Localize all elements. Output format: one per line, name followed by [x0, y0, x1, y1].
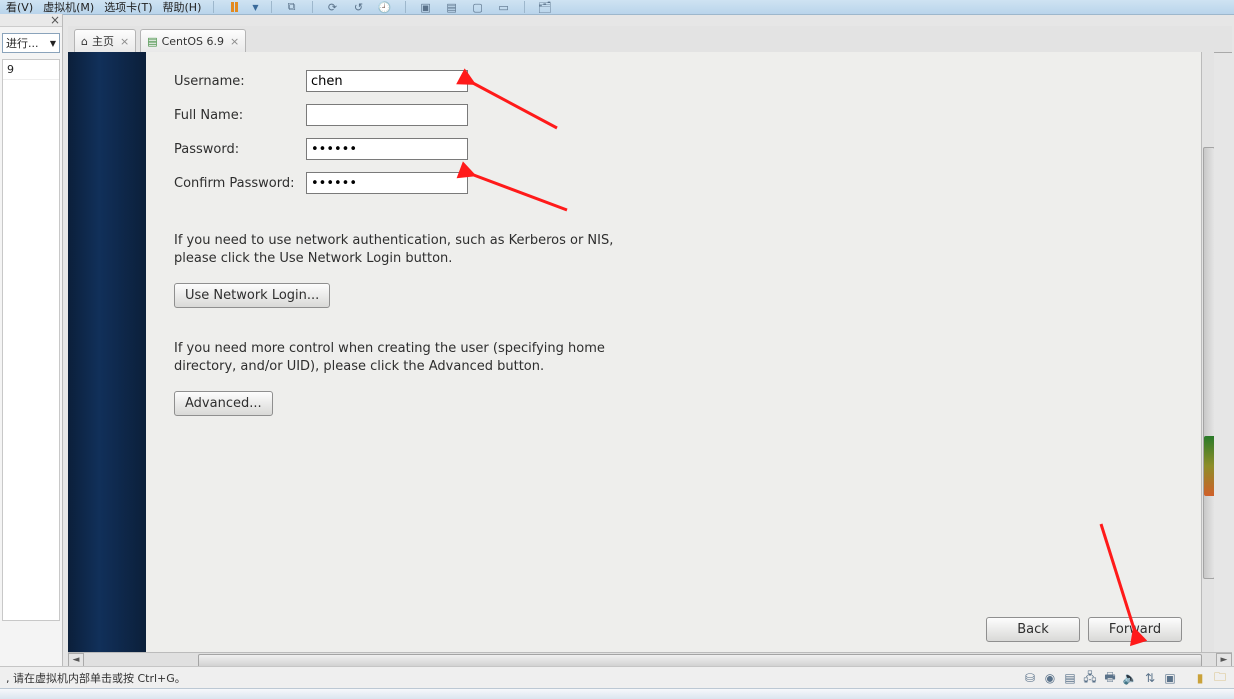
home-icon: ⌂ [81, 35, 88, 48]
sidebar-pull-handle-icon[interactable] [1204, 436, 1214, 496]
fullscreen-icon[interactable]: ▣ [418, 0, 434, 14]
confirm-password-label: Confirm Password: [174, 176, 306, 191]
host-menubar: 看(V) 虚拟机(M) 选项卡(T) 帮助(H) ▼ ⧉ ⟳ ↺ 🕘 ▣ ▤ ▢… [0, 0, 1234, 15]
stretch-icon[interactable]: ▭ [496, 0, 512, 14]
host-horizontal-scrollbar[interactable]: ◄ ► [68, 652, 1232, 667]
sidebar-close-bar: × [0, 14, 62, 27]
tab-home[interactable]: ⌂ 主页 × [74, 29, 136, 52]
vm-vertical-scrollbar[interactable] [1201, 52, 1214, 652]
fullname-input[interactable] [306, 104, 468, 126]
harddisk-icon[interactable]: ⛁ [1022, 670, 1038, 686]
menu-tabs[interactable]: 选项卡(T) [104, 0, 152, 15]
sidebar-filter-label: 进行... [6, 35, 39, 51]
use-network-login-button[interactable]: Use Network Login... [174, 283, 330, 308]
tab-close-icon[interactable]: × [120, 35, 129, 48]
list-item[interactable]: 9 [3, 60, 59, 80]
username-label: Username: [174, 74, 306, 89]
os-taskbar [0, 688, 1234, 699]
floppy-icon[interactable]: ▤ [1062, 670, 1078, 686]
wizard-sidebar [68, 52, 146, 652]
network-login-info: If you need to use network authenticatio… [174, 232, 634, 267]
folder-icon[interactable]: 🗀 [1212, 670, 1228, 686]
tab-close-icon[interactable]: × [230, 35, 239, 48]
messages-icon[interactable]: ▮ [1192, 670, 1208, 686]
doc-tabstrip: ⌂ 主页 × ▤ CentOS 6.9 × [68, 26, 1232, 53]
snapshot-manager-icon[interactable]: 🕘 [377, 0, 393, 14]
scrollbar-thumb[interactable] [1203, 147, 1214, 579]
sound-icon[interactable]: 🔈 [1122, 670, 1138, 686]
advanced-button[interactable]: Advanced... [174, 391, 273, 416]
display-icon[interactable]: ▣ [1162, 670, 1178, 686]
snapshot-icon[interactable]: ⟳ [325, 0, 341, 14]
forward-button[interactable]: Forward [1088, 617, 1182, 642]
menu-help[interactable]: 帮助(H) [163, 0, 202, 15]
pause-icon[interactable] [226, 0, 242, 14]
password-input[interactable] [306, 138, 468, 160]
fullname-label: Full Name: [174, 108, 306, 123]
chevron-down-icon: ▼ [50, 39, 56, 48]
usb-icon[interactable]: ⇅ [1142, 670, 1158, 686]
tab-home-label: 主页 [92, 33, 114, 49]
wizard-nav: Back Forward [986, 617, 1182, 642]
statusbar-tray: ⛁ ◉ ▤ 🖧 🖶 🔈 ⇅ ▣ ▮ 🗀 [1022, 670, 1228, 686]
network-icon[interactable]: 🖧 [1082, 670, 1098, 686]
library-icon[interactable]: 🗂 [537, 0, 553, 14]
power-dropdown-icon[interactable]: ▼ [252, 3, 258, 12]
send-keys-icon[interactable]: ⧉ [284, 0, 300, 14]
vm-icon: ▤ [147, 35, 157, 48]
fit-guest-icon[interactable]: ▢ [470, 0, 486, 14]
back-button[interactable]: Back [986, 617, 1080, 642]
unity-icon[interactable]: ▤ [444, 0, 460, 14]
vm-viewport: Username: Full Name: Password: Confirm P… [68, 52, 1214, 664]
confirm-password-input[interactable] [306, 172, 468, 194]
sidebar-vm-list[interactable]: 9 [2, 59, 60, 621]
password-label: Password: [174, 142, 306, 157]
menu-view[interactable]: 看(V) [6, 0, 33, 15]
snapshot-revert-icon[interactable]: ↺ [351, 0, 367, 14]
username-input[interactable] [306, 70, 468, 92]
sidebar-filter-combo[interactable]: 进行... ▼ [2, 33, 60, 53]
cd-icon[interactable]: ◉ [1042, 670, 1058, 686]
tab-centos[interactable]: ▤ CentOS 6.9 × [140, 29, 246, 52]
advanced-info: If you need more control when creating t… [174, 340, 634, 375]
host-sidebar: × 进行... ▼ 9 [0, 14, 63, 668]
sidebar-close-icon[interactable]: × [50, 13, 60, 27]
host-statusbar: , 请在虚拟机内部单击或按 Ctrl+G。 ⛁ ◉ ▤ 🖧 🖶 🔈 ⇅ ▣ ▮ … [0, 666, 1234, 689]
printer-icon[interactable]: 🖶 [1102, 670, 1118, 686]
tab-centos-label: CentOS 6.9 [162, 35, 224, 48]
statusbar-text: , 请在虚拟机内部单击或按 Ctrl+G。 [6, 670, 186, 686]
wizard-content: Username: Full Name: Password: Confirm P… [146, 52, 1202, 652]
